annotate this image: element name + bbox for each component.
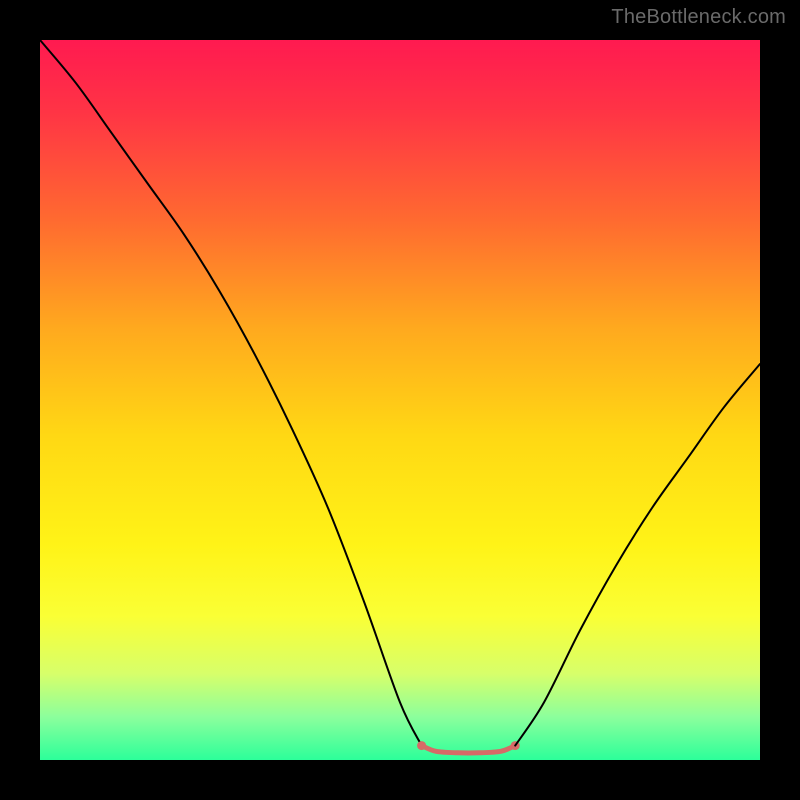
watermark-text: TheBottleneck.com — [611, 6, 786, 29]
flat-endpoint-dot — [417, 741, 426, 750]
chart-outer-frame: TheBottleneck.com — [0, 0, 800, 800]
plot-area — [40, 40, 760, 760]
chart-svg — [40, 40, 760, 760]
gradient-background — [40, 40, 760, 760]
